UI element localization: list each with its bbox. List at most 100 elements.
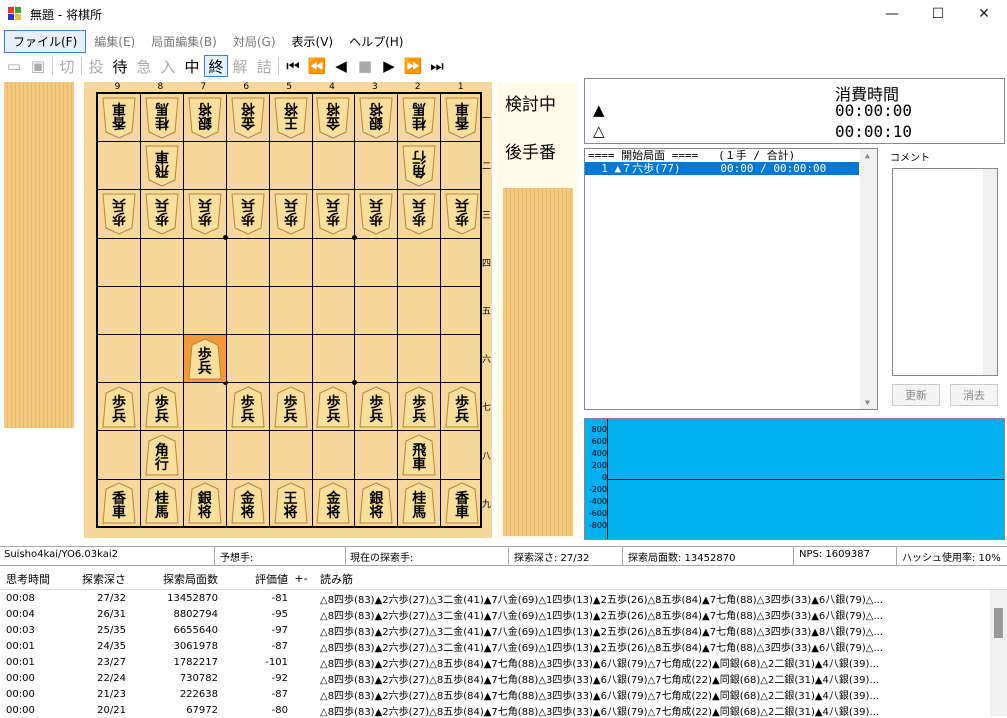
sente-piece[interactable]: 銀将 bbox=[359, 482, 393, 524]
sente-piece[interactable]: 香車 bbox=[445, 482, 479, 524]
open-icon[interactable]: ▭ bbox=[2, 55, 26, 77]
header-pv[interactable]: 読み筋 bbox=[314, 571, 974, 587]
delete-button[interactable]: 消去 bbox=[950, 384, 998, 406]
gote-piece[interactable]: 香車 bbox=[445, 97, 479, 139]
gote-piece[interactable]: 銀将 bbox=[188, 97, 222, 139]
sente-piece[interactable]: 桂馬 bbox=[402, 482, 436, 524]
sente-piece[interactable]: 歩兵 bbox=[188, 338, 222, 380]
menu-help[interactable]: ヘルプ(H) bbox=[341, 31, 411, 52]
sente-piece[interactable]: 歩兵 bbox=[445, 386, 479, 428]
first-move-icon[interactable]: ⏮ bbox=[281, 55, 305, 77]
gote-piece[interactable]: 歩兵 bbox=[188, 193, 222, 235]
table-scrollbar[interactable] bbox=[990, 590, 1007, 716]
sente-piece[interactable]: 角行 bbox=[145, 434, 179, 476]
scroll-up-icon[interactable]: ▲ bbox=[865, 151, 870, 160]
table-row[interactable]: 00:04 26/31 8802794 -95 △8四歩(83)▲2六歩(27)△3二金… bbox=[0, 606, 1007, 622]
gote-piece[interactable]: 歩兵 bbox=[145, 193, 179, 235]
grid-line bbox=[268, 94, 270, 526]
nyugyoku-button[interactable]: 入 bbox=[156, 55, 180, 77]
table-cell: 1782217 bbox=[173, 656, 218, 668]
table-row[interactable]: 00:01 24/35 3061978 -87 △8四歩(83)▲2六歩(27)△3二金… bbox=[0, 638, 1007, 654]
sente-piece[interactable]: 王将 bbox=[274, 482, 308, 524]
table-row[interactable]: 00:00 21/23 222638 -87 △8四歩(83)▲2六歩(27)△8五歩(… bbox=[0, 686, 1007, 702]
gote-piece[interactable]: 歩兵 bbox=[274, 193, 308, 235]
table-row[interactable]: 00:03 25/35 6655640 -97 △8四歩(83)▲2六歩(27)△3二金… bbox=[0, 622, 1007, 638]
last-move-icon[interactable]: ⏭ bbox=[425, 55, 449, 77]
wait-button[interactable]: 待 bbox=[108, 55, 132, 77]
gote-piece[interactable]: 歩兵 bbox=[402, 193, 436, 235]
sente-piece[interactable]: 歩兵 bbox=[102, 386, 136, 428]
sente-piece[interactable]: 飛車 bbox=[402, 434, 436, 476]
comment-textarea[interactable] bbox=[892, 168, 998, 376]
sente-piece[interactable]: 歩兵 bbox=[316, 386, 350, 428]
cut-button[interactable]: 切 bbox=[55, 55, 79, 77]
close-button[interactable]: ✕ bbox=[961, 0, 1007, 28]
sente-piece[interactable]: 桂馬 bbox=[145, 482, 179, 524]
sente-piece[interactable]: 銀将 bbox=[188, 482, 222, 524]
kifu-list[interactable]: ==== 開始局面 ==== (１手 / 合計) 1 ▲７六歩(77) 00:0… bbox=[584, 148, 878, 410]
kifu-start-line[interactable]: ==== 開始局面 ==== (１手 / 合計) bbox=[585, 149, 877, 162]
menu-file[interactable]: ファイル(F) bbox=[4, 29, 87, 53]
header-nodes[interactable]: 探索局面数 bbox=[126, 571, 218, 587]
sente-piece[interactable]: 金将 bbox=[231, 482, 265, 524]
table-row[interactable]: 00:01 23/27 1782217 -101 △8四歩(83)▲2六歩(27)△8五… bbox=[0, 654, 1007, 670]
sente-piece[interactable]: 香車 bbox=[102, 482, 136, 524]
mate-button[interactable]: 詰 bbox=[252, 55, 276, 77]
sente-piece[interactable]: 金将 bbox=[316, 482, 350, 524]
save-icon[interactable]: ▣ bbox=[26, 55, 50, 77]
sente-piece[interactable]: 歩兵 bbox=[231, 386, 265, 428]
gote-piece[interactable]: 歩兵 bbox=[231, 193, 265, 235]
gote-piece[interactable]: 桂馬 bbox=[402, 97, 436, 139]
stop-icon[interactable]: ■ bbox=[353, 55, 377, 77]
gote-piece[interactable]: 金将 bbox=[316, 97, 350, 139]
comment-scrollbar[interactable] bbox=[983, 169, 997, 375]
kifu-scrollbar[interactable]: ▲ ▼ bbox=[860, 149, 877, 409]
menu-view[interactable]: 表示(V) bbox=[284, 31, 342, 52]
sente-piece[interactable]: 歩兵 bbox=[359, 386, 393, 428]
table-row[interactable]: 00:08 27/32 13452870 -81 △8四歩(83)▲2六歩(27)△3二… bbox=[0, 590, 1007, 606]
hurry-button[interactable]: 急 bbox=[132, 55, 156, 77]
forward-icon[interactable]: ▶ bbox=[377, 55, 401, 77]
scroll-down-icon[interactable]: ▼ bbox=[865, 398, 870, 407]
gote-piece[interactable]: 歩兵 bbox=[316, 193, 350, 235]
gote-piece[interactable]: 歩兵 bbox=[102, 193, 136, 235]
gote-piece[interactable]: 王将 bbox=[274, 97, 308, 139]
gote-piece[interactable]: 香車 bbox=[102, 97, 136, 139]
table-scroll-thumb[interactable] bbox=[994, 608, 1003, 638]
gote-piece[interactable]: 角行 bbox=[402, 145, 436, 187]
table-cell: 00:03 bbox=[6, 624, 35, 636]
maximize-button[interactable]: ☐ bbox=[915, 0, 961, 28]
gote-piece[interactable]: 歩兵 bbox=[359, 193, 393, 235]
end-button[interactable]: 終 bbox=[204, 55, 228, 77]
header-bound[interactable]: +- bbox=[288, 572, 314, 585]
gote-piece[interactable]: 歩兵 bbox=[445, 193, 479, 235]
eval-graph: 800 600 400 200 0 -200 -400 -600 -800 bbox=[584, 418, 1005, 540]
sente-piece-stand[interactable] bbox=[503, 188, 573, 536]
resign-button[interactable]: 投 bbox=[84, 55, 108, 77]
update-button[interactable]: 更新 bbox=[892, 384, 940, 406]
menu-position-edit[interactable]: 局面編集(B) bbox=[143, 31, 225, 52]
gote-piece[interactable]: 飛車 bbox=[145, 145, 179, 187]
shogi-board[interactable]: 香車桂馬銀将金将王将金将銀将桂馬香車飛車角行歩兵歩兵歩兵歩兵歩兵歩兵歩兵歩兵歩兵… bbox=[96, 92, 482, 528]
menu-game[interactable]: 対局(G) bbox=[225, 31, 284, 52]
sente-piece[interactable]: 歩兵 bbox=[145, 386, 179, 428]
fast-forward-icon[interactable]: ⏩ bbox=[401, 55, 425, 77]
sente-piece[interactable]: 歩兵 bbox=[274, 386, 308, 428]
sente-piece[interactable]: 歩兵 bbox=[402, 386, 436, 428]
kifu-move-1[interactable]: 1 ▲７六歩(77) 00:00 / 00:00:00 bbox=[585, 162, 859, 175]
table-row[interactable]: 00:00 22/24 730782 -92 △8四歩(83)▲2六歩(27)△8五歩(… bbox=[0, 670, 1007, 686]
menu-edit[interactable]: 編集(E) bbox=[86, 31, 143, 52]
gote-piece[interactable]: 桂馬 bbox=[145, 97, 179, 139]
table-cell: -95 bbox=[271, 608, 288, 620]
header-time[interactable]: 思考時間 bbox=[0, 571, 60, 587]
analyze-button[interactable]: 解 bbox=[228, 55, 252, 77]
header-depth[interactable]: 探索深さ bbox=[60, 571, 126, 587]
suspend-button[interactable]: 中 bbox=[180, 55, 204, 77]
gote-piece[interactable]: 銀将 bbox=[359, 97, 393, 139]
minimize-button[interactable]: — bbox=[869, 0, 915, 28]
gote-piece[interactable]: 金将 bbox=[231, 97, 265, 139]
back-icon[interactable]: ◀ bbox=[329, 55, 353, 77]
header-eval[interactable]: 評価値 bbox=[218, 571, 288, 587]
rewind-icon[interactable]: ⏪ bbox=[305, 55, 329, 77]
gote-piece-stand[interactable] bbox=[4, 82, 74, 428]
